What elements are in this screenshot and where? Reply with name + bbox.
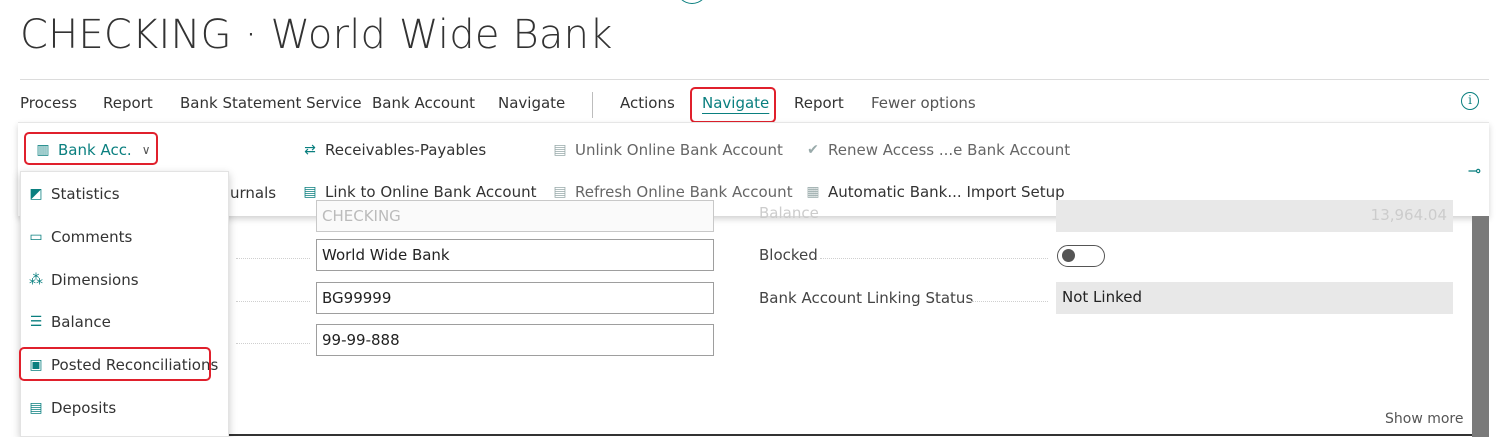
- receivables-payables-icon: ⇄: [304, 142, 316, 158]
- menu-separator: [592, 92, 593, 118]
- automatic-import-label: Automatic Bank... Import Setup: [828, 183, 1065, 201]
- dropdown-item-comments[interactable]: ▭ Comments: [27, 228, 132, 246]
- menu-navigate[interactable]: Navigate: [498, 94, 565, 112]
- dropdown-item-label: Comments: [51, 228, 133, 246]
- renew-access-button[interactable]: ✔ Renew Access ...e Bank Account: [804, 141, 1070, 159]
- dropdown-item-deposits[interactable]: ▤ Deposits: [27, 399, 116, 417]
- pin-icon[interactable]: ⊸: [1468, 161, 1481, 180]
- top-circle-decoration: [676, 0, 708, 4]
- scrollbar-strip[interactable]: [1472, 216, 1489, 437]
- menu-bank-statement-service[interactable]: Bank Statement Service: [180, 94, 362, 112]
- menu-actions[interactable]: Actions: [620, 94, 675, 112]
- statistics-icon: ◩: [29, 186, 43, 202]
- page-title: CHECKING · World Wide Bank: [20, 12, 613, 58]
- dimensions-icon: ⁂: [29, 272, 43, 288]
- link-icon: ▤: [303, 184, 317, 200]
- unlink-online-bank-account-button[interactable]: ▤ Unlink Online Bank Account: [551, 141, 783, 159]
- linking-status-value: Not Linked: [1056, 282, 1453, 314]
- bank-branch-no-field[interactable]: BG99999: [316, 282, 714, 314]
- receivables-payables-label: Receivables-Payables: [325, 141, 487, 159]
- checkmark-icon: ✔: [807, 142, 819, 158]
- refresh-online-bank-account-button[interactable]: ▤ Refresh Online Bank Account: [551, 183, 793, 201]
- highlight-posted-reconciliations: [19, 347, 211, 381]
- refresh-icon: ▤: [553, 184, 567, 200]
- bank-acc-dropdown: ◩ Statistics ▭ Comments ⁂ Dimensions ☰ B…: [20, 171, 229, 437]
- menu-report[interactable]: Report: [103, 94, 153, 112]
- show-more-link[interactable]: Show more: [1385, 411, 1464, 427]
- linking-status-label: Bank Account Linking Status: [759, 289, 974, 307]
- dropdown-item-statistics[interactable]: ◩ Statistics: [27, 185, 120, 203]
- fewer-options-button[interactable]: Fewer options: [871, 94, 976, 112]
- dropdown-item-label: Dimensions: [51, 271, 139, 289]
- dropdown-item-label: Statistics: [51, 185, 120, 203]
- toggle-knob: [1062, 249, 1075, 262]
- balance-label: Balance: [759, 204, 819, 222]
- dropdown-item-balance[interactable]: ☰ Balance: [27, 313, 111, 331]
- account-dot-leader: [236, 343, 310, 344]
- comment-icon: ▭: [29, 229, 43, 245]
- dropdown-item-label: Balance: [51, 313, 111, 331]
- name-dot-leader: [236, 258, 310, 259]
- highlight-navigate: [690, 87, 776, 123]
- automatic-import-setup-button[interactable]: ▦ Automatic Bank... Import Setup: [804, 183, 1065, 201]
- renew-access-label: Renew Access ...e Bank Account: [828, 141, 1071, 159]
- receivables-payables-button[interactable]: ⇄ Receivables-Payables: [301, 141, 486, 159]
- import-setup-icon: ▦: [806, 184, 820, 200]
- menu-bank-account[interactable]: Bank Account: [372, 94, 475, 112]
- unlink-icon: ▤: [553, 142, 567, 158]
- title-divider: [20, 79, 1489, 80]
- no-field[interactable]: CHECKING: [316, 200, 714, 232]
- dropdown-item-dimensions[interactable]: ⁂ Dimensions: [27, 271, 139, 289]
- menu-report-promoted[interactable]: Report: [794, 94, 844, 112]
- fasttab-bottom-divider: [229, 434, 1472, 436]
- balance-value[interactable]: 13,964.04: [1056, 200, 1453, 232]
- deposits-icon: ▤: [29, 400, 43, 416]
- balance-icon: ☰: [29, 314, 43, 330]
- linking-dot-leader: [970, 301, 1048, 302]
- highlight-bank-acc: [24, 132, 158, 165]
- unlink-online-label: Unlink Online Bank Account: [575, 141, 783, 159]
- blocked-label: Blocked: [759, 246, 818, 264]
- dropdown-item-label: Deposits: [51, 399, 117, 417]
- link-online-bank-account-button[interactable]: ▤ Link to Online Bank Account: [301, 183, 536, 201]
- branch-dot-leader: [236, 301, 310, 302]
- journals-button[interactable]: urnals: [230, 184, 276, 202]
- info-icon[interactable]: i: [1461, 92, 1479, 110]
- menu-process[interactable]: Process: [20, 94, 77, 112]
- link-online-label: Link to Online Bank Account: [325, 183, 537, 201]
- name-field[interactable]: World Wide Bank: [316, 239, 714, 271]
- bank-account-no-field[interactable]: 99-99-888: [316, 324, 714, 356]
- journals-label: urnals: [230, 184, 277, 202]
- blocked-dot-leader: [820, 258, 1048, 259]
- blocked-toggle[interactable]: [1057, 245, 1105, 267]
- refresh-online-label: Refresh Online Bank Account: [575, 183, 793, 201]
